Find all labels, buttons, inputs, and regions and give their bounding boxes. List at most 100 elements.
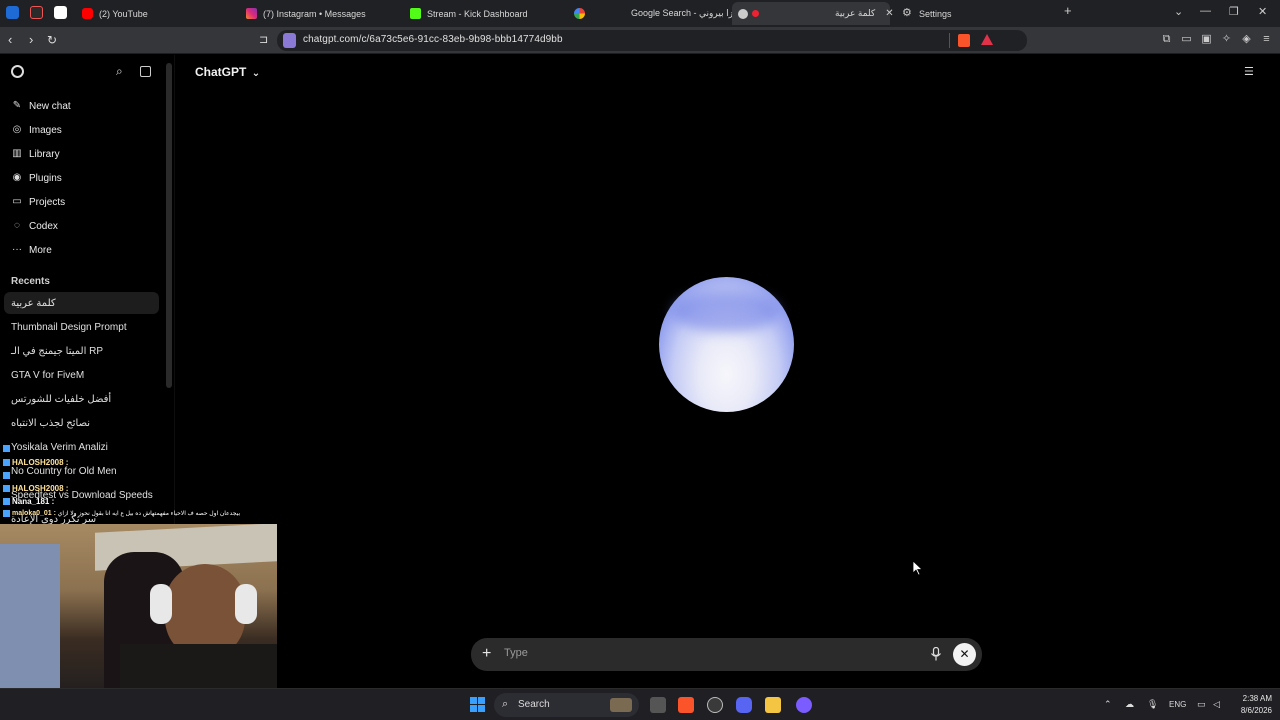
sidebar-item-library[interactable]: ▥ Library bbox=[11, 148, 60, 160]
vpn-icon[interactable]: ◈ bbox=[1240, 33, 1253, 46]
model-selector[interactable]: ChatGPT ⌄ bbox=[195, 65, 260, 79]
sidebar-item-new-chat[interactable]: ✎ New chat bbox=[11, 100, 71, 112]
volume-icon[interactable]: ◁ bbox=[1213, 699, 1220, 710]
tab-label: (2) YouTube bbox=[99, 8, 148, 19]
recent-chat-item[interactable]: Yosikala Verim Analizi bbox=[11, 442, 108, 453]
chat-message: بيجدعان اول حصه ف الاحياء مفهمتهاش ده بي… bbox=[57, 511, 241, 518]
recent-chat-item[interactable]: GTA V for FiveM bbox=[11, 370, 84, 381]
sidebar-toggle-icon[interactable]: ▭ bbox=[1180, 33, 1193, 46]
recent-chat-item[interactable]: No Country for Old Men bbox=[11, 466, 117, 477]
sidebar-item-projects[interactable]: ▭ Projects bbox=[11, 196, 65, 208]
sidebar-scrollbar[interactable] bbox=[166, 63, 172, 388]
page-title: ChatGPT bbox=[195, 65, 247, 79]
sidebar-item-plugins[interactable]: ◉ Plugins bbox=[11, 172, 62, 184]
recent-chat-item[interactable]: نصائح لجذب الانتباه bbox=[11, 418, 90, 429]
address-bar[interactable]: chatgpt.com/c/6a73c5e6-91cc-83eb-9b98-bb… bbox=[277, 30, 1027, 51]
voice-composer: + Type ✕ bbox=[471, 638, 982, 671]
messenger-taskbar-icon[interactable] bbox=[796, 697, 812, 713]
sidebar-item-more[interactable]: ··· More bbox=[11, 244, 52, 256]
chat-username: HALOSH2008 : bbox=[12, 484, 69, 493]
taskbar-search-label: Search bbox=[518, 699, 550, 710]
sidebar-item-label: Plugins bbox=[29, 172, 62, 184]
close-window-icon[interactable]: ✕ bbox=[1258, 5, 1267, 18]
search-icon[interactable]: ⌕ bbox=[116, 64, 123, 79]
openai-logo-icon[interactable] bbox=[11, 65, 24, 78]
discord-taskbar-icon[interactable] bbox=[736, 697, 752, 713]
microphone-tray-icon[interactable]: 🎙 bbox=[1147, 699, 1158, 710]
google-icon bbox=[574, 8, 585, 19]
pinned-tab-icon[interactable] bbox=[54, 6, 67, 19]
settings-sliders-icon[interactable]: ☰ bbox=[1244, 65, 1254, 78]
maximize-icon[interactable]: ❐ bbox=[1229, 5, 1239, 18]
chat-badge-icon bbox=[3, 498, 10, 506]
projects-icon: ▭ bbox=[12, 196, 22, 207]
tab-kick[interactable]: Stream - Kick Dashboard bbox=[410, 2, 570, 25]
tab-settings[interactable]: ⚙ Settings bbox=[902, 2, 1052, 25]
sidebar-item-codex[interactable]: ◌ Codex bbox=[11, 220, 58, 232]
back-icon[interactable]: ‹ bbox=[8, 32, 12, 48]
recent-chat-item[interactable]: كلمة عربية bbox=[11, 298, 56, 309]
overlay-chat-line bbox=[3, 471, 12, 480]
brave-taskbar-icon[interactable] bbox=[678, 697, 694, 713]
kick-icon bbox=[410, 8, 421, 19]
browser-tab-strip: (2) YouTube (7) Instagram • Messages Str… bbox=[0, 0, 1280, 27]
images-icon: ◎ bbox=[12, 124, 22, 135]
system-clock[interactable]: 2:38 AM 8/6/2026 bbox=[1232, 693, 1272, 717]
recent-chat-item[interactable]: أفضل خلفيات للشورتس bbox=[11, 394, 111, 405]
tab-label: Google Search - بيتزا بيروني bbox=[631, 8, 742, 18]
reload-icon[interactable]: ↻ bbox=[47, 32, 57, 48]
sidebar-item-label: Library bbox=[29, 148, 60, 160]
pinned-tab-icon[interactable] bbox=[30, 6, 43, 19]
chat-badge-icon bbox=[3, 445, 10, 453]
network-icon[interactable]: ▭ bbox=[1197, 699, 1206, 710]
tab-google-search[interactable]: Google Search - بيتزا بيروني bbox=[574, 2, 742, 25]
close-tab-icon[interactable]: ✕ bbox=[885, 8, 893, 19]
new-chat-icon: ✎ bbox=[12, 100, 22, 111]
tab-youtube[interactable]: (2) YouTube bbox=[82, 2, 242, 25]
new-tab-button[interactable]: + bbox=[1064, 3, 1072, 18]
close-sidebar-icon[interactable] bbox=[140, 66, 151, 77]
wallet-icon[interactable]: ▣ bbox=[1200, 33, 1213, 46]
youtube-icon bbox=[82, 8, 93, 19]
minimize-icon[interactable]: — bbox=[1200, 5, 1211, 17]
extensions-icon[interactable]: ⧉ bbox=[1160, 33, 1173, 46]
search-icon: ⌕ bbox=[502, 698, 509, 710]
task-view-icon[interactable] bbox=[650, 697, 666, 713]
chat-badge-icon bbox=[3, 510, 10, 517]
composer-input[interactable]: Type bbox=[504, 647, 528, 659]
taskbar-search[interactable]: ⌕ Search bbox=[494, 693, 639, 717]
instagram-icon bbox=[246, 8, 257, 19]
windows-start-icon[interactable] bbox=[470, 697, 485, 712]
language-indicator[interactable]: ENG bbox=[1169, 700, 1186, 709]
url-text[interactable]: chatgpt.com/c/6a73c5e6-91cc-83eb-9b98-bb… bbox=[303, 34, 563, 45]
pinned-tab-icon[interactable] bbox=[6, 6, 19, 19]
recent-chat-item[interactable]: الميتا جيمنج في الـ RP bbox=[11, 346, 103, 357]
bookmark-icon[interactable]: ⊐ bbox=[259, 32, 268, 48]
tray-chevron-up-icon[interactable]: ⌃ bbox=[1104, 699, 1112, 710]
tab-instagram[interactable]: (7) Instagram • Messages bbox=[246, 2, 406, 25]
tab-chatgpt-active[interactable]: كلمة عربية ✕ bbox=[732, 2, 894, 25]
sidebar-item-label: New chat bbox=[29, 100, 71, 112]
tab-search-chevron-icon[interactable]: ⌄ bbox=[1174, 5, 1183, 18]
sidebar-item-images[interactable]: ◎ Images bbox=[11, 124, 62, 136]
add-attachment-icon[interactable]: + bbox=[482, 644, 491, 664]
onedrive-icon[interactable]: ☁ bbox=[1125, 699, 1134, 710]
microphone-icon[interactable] bbox=[930, 647, 942, 661]
brave-shields-icon[interactable] bbox=[958, 34, 970, 47]
end-voice-button[interactable]: ✕ bbox=[953, 643, 976, 666]
address-divider bbox=[949, 33, 950, 48]
leo-ai-icon[interactable]: ✧ bbox=[1220, 33, 1233, 46]
tab-label: Stream - Kick Dashboard bbox=[427, 8, 528, 19]
menu-icon[interactable]: ≡ bbox=[1260, 33, 1273, 46]
sidebar-item-label: Codex bbox=[29, 220, 58, 232]
file-explorer-icon[interactable] bbox=[765, 697, 781, 713]
recent-chat-item[interactable]: Thumbnail Design Prompt bbox=[11, 322, 127, 333]
headset-icon bbox=[235, 584, 257, 624]
obs-taskbar-icon[interactable] bbox=[707, 697, 723, 713]
tab-label: Settings bbox=[919, 8, 952, 19]
streamer-webcam bbox=[0, 524, 277, 689]
mouse-cursor-icon bbox=[912, 560, 924, 576]
brave-rewards-icon[interactable] bbox=[981, 34, 993, 45]
site-info-icon[interactable] bbox=[283, 33, 296, 48]
forward-icon[interactable]: › bbox=[29, 32, 33, 48]
